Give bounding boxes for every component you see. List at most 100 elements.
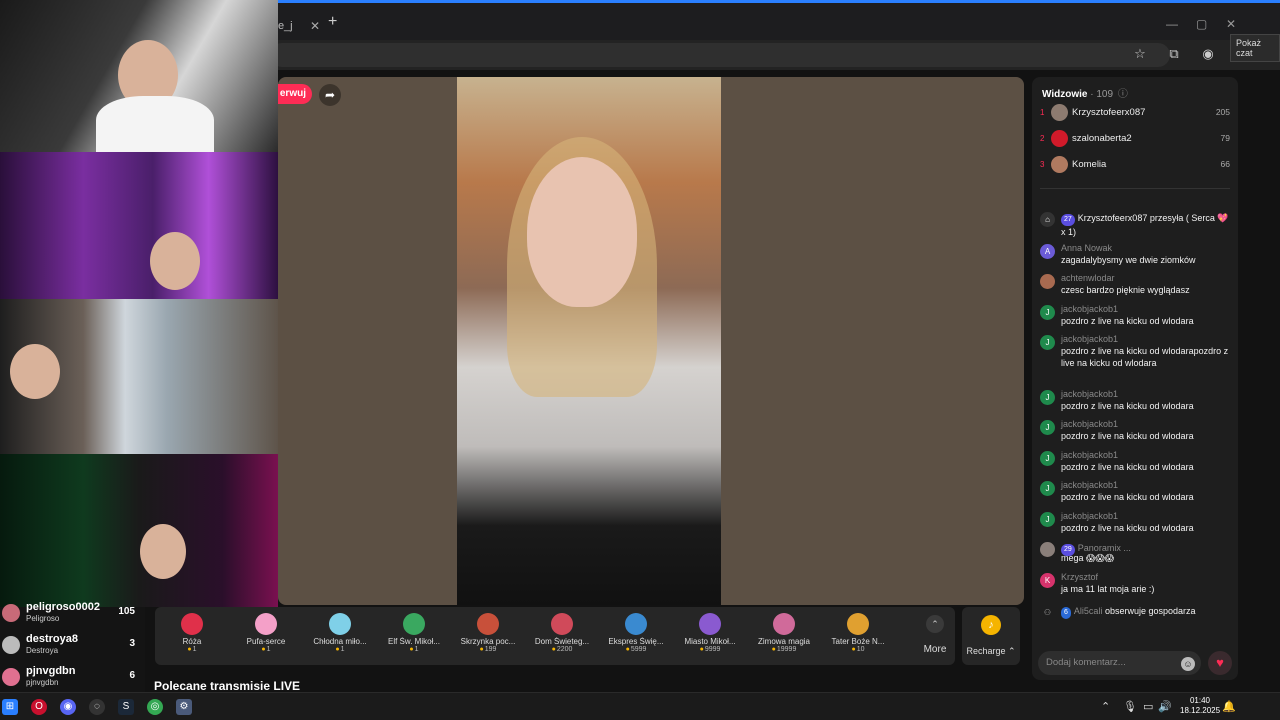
chat-username[interactable]: jackobjackob1	[1061, 450, 1118, 460]
gift-icon	[255, 613, 277, 635]
chat-text: pozdro z live na kicku od wlodarapozdro …	[1061, 346, 1229, 368]
video-subject-face	[527, 157, 637, 307]
gift-price: 9999	[673, 646, 747, 653]
gift-item[interactable]: Pufa-serce1	[229, 607, 303, 665]
gift-item[interactable]: Miasto Mikoł...9999	[673, 607, 747, 665]
chat-username[interactable]: Ali5cali	[1074, 606, 1103, 616]
gift-item[interactable]: Chłodna miło...1	[303, 607, 377, 665]
top-viewer-row[interactable]: 1 Krzysztofeerx087 205	[1040, 103, 1230, 125]
webcam-overlay	[0, 454, 278, 607]
chat-text: zagadalybysmy we dwie ziomków	[1061, 255, 1196, 265]
gift-item[interactable]: Skrzynka poc...199	[451, 607, 525, 665]
gift-name: Ekspres Świę...	[608, 637, 664, 646]
gift-icon	[181, 613, 203, 635]
gift-item[interactable]: Ekspres Świę...5999	[599, 607, 673, 665]
gift-item[interactable]: Tater Boże N...10	[821, 607, 895, 665]
follow-button[interactable]: erwuj	[278, 84, 312, 104]
viewer-name: Krzysztofeerx087	[1072, 107, 1146, 118]
gift-name: Miasto Mikoł...	[684, 637, 736, 646]
avatar	[2, 604, 20, 622]
streamer-head	[140, 524, 186, 579]
gift-item[interactable]: Zimowa magia19999	[747, 607, 821, 665]
windows-start-icon[interactable]: ⊞	[2, 699, 18, 715]
share-icon[interactable]: ➦	[319, 84, 341, 106]
chat-username[interactable]: Krzysztof	[1061, 572, 1098, 582]
chat-username[interactable]: jackobjackob1	[1061, 511, 1118, 521]
more-gifts-button[interactable]: ⌃ More	[915, 607, 955, 665]
steam-icon[interactable]: S	[118, 699, 134, 715]
gift-name: Tater Boże N...	[831, 637, 885, 646]
webcam-overlay	[0, 0, 278, 152]
avatar: J	[1040, 420, 1055, 435]
network-icon[interactable]: ▭	[1143, 700, 1153, 713]
notification-icon[interactable]: 🔔	[1222, 700, 1236, 713]
profile-icon[interactable]: ◉	[1200, 46, 1216, 62]
chat-text: czesc bardzo pięknie wyglądasz	[1061, 285, 1190, 295]
recharge-button[interactable]: ♪ Recharge ⌃	[962, 607, 1020, 665]
viewer-rank: 2	[1040, 134, 1045, 143]
avatar: A	[1040, 244, 1055, 259]
emoji-icon[interactable]: ☺	[1181, 657, 1195, 671]
chat-username[interactable]: jackobjackob1	[1061, 480, 1118, 490]
chat-text: obserwuje gospodarza	[1104, 606, 1196, 616]
top-viewer-row[interactable]: 3 Komelia 66	[1040, 155, 1230, 177]
chat-username[interactable]: jackobjackob1	[1061, 419, 1118, 429]
message-text: 27 Krzysztofeerx087 przesyła ( Serca 💖 x …	[1061, 212, 1233, 238]
chrome-icon[interactable]: ◎	[147, 699, 163, 715]
clock-date: 18.12.2025	[1180, 706, 1221, 715]
webcam-overlay	[0, 299, 278, 454]
microphone-icon[interactable]: 🎙	[1123, 700, 1137, 713]
gift-item[interactable]: Elf Św. Mikoł...1	[377, 607, 451, 665]
volume-icon[interactable]: 🔊	[1158, 700, 1172, 713]
live-video[interactable]	[278, 77, 1024, 605]
gift-icon	[773, 613, 795, 635]
chat-text: pozdro z live na kicku od wlodara	[1061, 401, 1194, 411]
settings-icon[interactable]: ⚙	[176, 699, 192, 715]
top-viewer-row[interactable]: 2 szalonaberta2 79	[1040, 129, 1230, 151]
maximize-icon[interactable]: ▢	[1196, 17, 1207, 31]
viewers-header[interactable]: Widzowie · 109 ⓘ	[1042, 85, 1128, 100]
avatar	[2, 668, 20, 686]
more-label: More	[923, 644, 947, 655]
level-badge: 6	[1061, 607, 1071, 619]
close-icon[interactable]: ✕	[310, 9, 320, 43]
recommended-heading: Polecane transmisje LIVE	[154, 679, 301, 690]
info-icon[interactable]: ⓘ	[1118, 89, 1128, 100]
video-feed	[457, 77, 721, 605]
chat-username[interactable]: jackobjackob1	[1061, 334, 1118, 344]
gift-icon	[403, 613, 425, 635]
viewer-score: 79	[1220, 133, 1230, 143]
chevron-up-icon[interactable]: ⌃	[1101, 700, 1110, 713]
chat-text: pozdro z live na kicku od wlodara	[1061, 431, 1194, 441]
comment-input[interactable]: Dodaj komentarz...	[1038, 651, 1201, 675]
gift-item[interactable]: Dom Świeteg...2200	[525, 607, 599, 665]
leaderboard-name: pjnvgdbn	[26, 665, 76, 677]
taskbar: ⊞ O ◉ ◌ S ◎ ⚙ ⌃ 🎙 ▭ 🔊 01:40 18.12.2025 🔔	[0, 692, 1280, 720]
heart-icon[interactable]: ♥	[1208, 651, 1232, 675]
star-icon[interactable]: ☆	[1132, 46, 1148, 62]
leaderboard-sub: Peligroso	[26, 614, 60, 623]
chat-username[interactable]: achtenwlodar	[1061, 273, 1115, 283]
gift-icon	[477, 613, 499, 635]
app-icon[interactable]: ◌	[89, 699, 105, 715]
avatar	[1040, 542, 1055, 557]
discord-icon[interactable]: ◉	[60, 699, 76, 715]
close-window-icon[interactable]: ✕	[1226, 17, 1236, 31]
extensions-icon[interactable]: ⧉	[1166, 46, 1182, 62]
leaderboard-name: destroya8	[26, 633, 78, 645]
avatar	[1040, 274, 1055, 289]
chat-username[interactable]: Anna Nowak	[1061, 243, 1112, 253]
new-tab-button[interactable]: +	[328, 13, 337, 31]
gift-item[interactable]: Róża1	[155, 607, 229, 665]
chat-username[interactable]: jackobjackob1	[1061, 304, 1118, 314]
url-field[interactable]	[270, 43, 1170, 67]
gift-bar: Róża1 Pufa-serce1 Chłodna miło...1 Elf Ś…	[155, 607, 955, 665]
chat-username[interactable]: jackobjackob1	[1061, 389, 1118, 399]
opera-icon[interactable]: O	[31, 699, 47, 715]
level-badge: 27	[1061, 214, 1075, 226]
streamer-shirt	[96, 96, 214, 152]
minimize-icon[interactable]: —	[1166, 17, 1178, 31]
divider	[1040, 188, 1230, 189]
clock[interactable]: 01:40 18.12.2025	[1180, 696, 1220, 716]
avatar: J	[1040, 305, 1055, 320]
